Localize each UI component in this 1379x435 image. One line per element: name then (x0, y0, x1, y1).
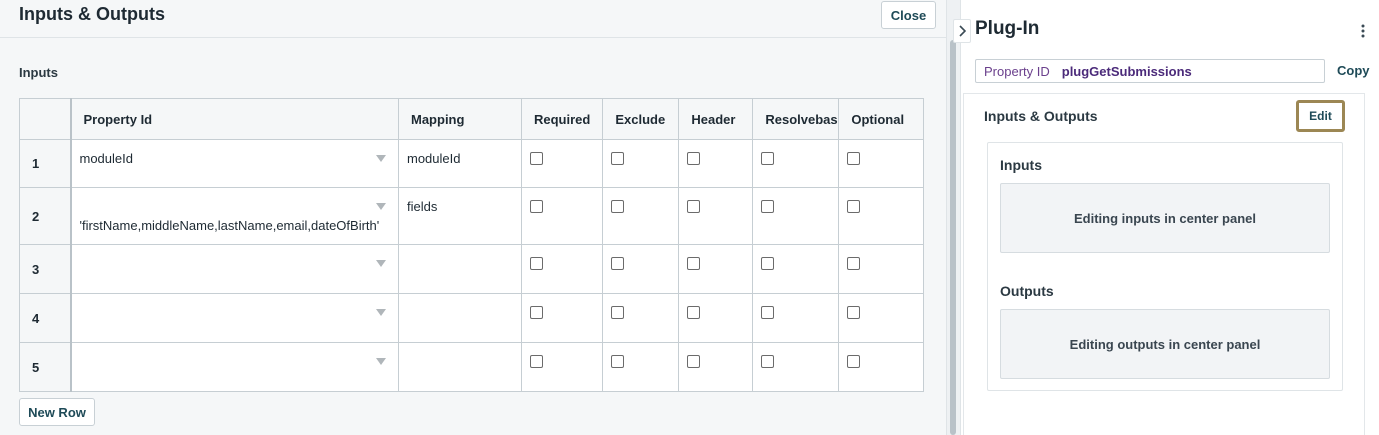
inputs-heading: Inputs (1000, 157, 1042, 173)
row-number: 2 (19, 187, 72, 245)
copy-button[interactable]: Copy (1337, 63, 1370, 78)
mapping-cell[interactable]: moduleId (398, 139, 522, 188)
row-number: 3 (19, 244, 72, 294)
dropdown-caret-icon[interactable] (376, 260, 386, 267)
required-checkbox[interactable] (530, 257, 543, 270)
column-header-header[interactable]: Header (678, 98, 754, 140)
required-checkbox[interactable] (530, 152, 543, 165)
row-number: 5 (19, 342, 72, 392)
editor-scrollbar[interactable] (946, 0, 960, 435)
table-row: 1 moduleId moduleId (19, 139, 925, 188)
table-row: 2 'firstName,middleName,lastName,email,d… (19, 187, 925, 245)
row-number-header (19, 98, 72, 140)
optional-checkbox[interactable] (847, 200, 861, 213)
dropdown-caret-icon[interactable] (376, 309, 386, 316)
resolvebas-checkbox[interactable] (761, 306, 775, 319)
mapping-cell[interactable] (398, 244, 522, 294)
property-id-cell[interactable] (70, 293, 399, 343)
property-id-value: plugGetSubmissions (1061, 63, 1192, 79)
plugin-inspector-panel: Plug-In Property ID plugGetSubmissions C… (953, 0, 1379, 435)
column-header-mapping[interactable]: Mapping (398, 98, 522, 140)
mapping-value: fields (407, 199, 438, 214)
dropdown-caret-icon[interactable] (376, 358, 386, 365)
inputs-section-label: Inputs (19, 65, 58, 80)
mapping-cell[interactable] (398, 293, 522, 343)
inputs-outputs-summary: Inputs Editing inputs in center panel Ou… (987, 142, 1343, 391)
row-number: 4 (19, 293, 72, 343)
column-header-resolvebas[interactable]: Resolvebas (752, 98, 840, 140)
column-header-optional[interactable]: Optional (838, 98, 925, 140)
table-row: 4 (19, 293, 925, 343)
kebab-menu-icon[interactable] (1355, 22, 1371, 40)
property-id-cell[interactable]: 'firstName,middleName,lastName,email,dat… (70, 187, 399, 245)
inputs-placeholder: Editing inputs in center panel (1000, 183, 1330, 253)
property-id-cell[interactable] (70, 342, 399, 392)
header-checkbox[interactable] (687, 200, 701, 213)
resolvebas-checkbox[interactable] (761, 200, 775, 213)
dropdown-caret-icon[interactable] (376, 155, 386, 162)
property-id-cell[interactable]: moduleId (70, 139, 399, 188)
required-checkbox[interactable] (530, 355, 543, 368)
inspector-title: Plug-In (975, 18, 1040, 39)
table-header-row: Property Id Mapping Required Exclude Hea… (19, 98, 925, 140)
exclude-checkbox[interactable] (611, 257, 625, 270)
property-id-field[interactable]: Property ID plugGetSubmissions (975, 59, 1325, 83)
mapping-cell[interactable]: fields (398, 187, 522, 245)
inputs-outputs-heading: Inputs & Outputs (984, 108, 1098, 124)
property-id-label: Property ID (984, 63, 1050, 79)
required-checkbox[interactable] (530, 200, 543, 213)
chevron-right-icon[interactable] (953, 19, 971, 43)
exclude-checkbox[interactable] (611, 152, 625, 165)
mapping-value: moduleId (407, 151, 461, 166)
optional-checkbox[interactable] (847, 152, 861, 165)
optional-checkbox[interactable] (847, 257, 861, 270)
mapping-cell[interactable] (398, 342, 522, 392)
dropdown-caret-icon[interactable] (376, 203, 386, 210)
scrollbar-thumb[interactable] (950, 40, 956, 435)
inputs-outputs-editor-panel: Inputs & Outputs Close Inputs Property I… (0, 0, 946, 435)
property-id-value: 'firstName,middleName,lastName,email,dat… (79, 218, 380, 233)
editor-title: Inputs & Outputs (19, 4, 165, 24)
table-row: 5 (19, 342, 925, 392)
outputs-placeholder: Editing outputs in center panel (1000, 309, 1330, 379)
exclude-checkbox[interactable] (611, 355, 625, 368)
resolvebas-checkbox[interactable] (761, 355, 775, 368)
header-checkbox[interactable] (687, 355, 701, 368)
header-checkbox[interactable] (687, 152, 701, 165)
outputs-heading: Outputs (1000, 283, 1054, 299)
resolvebas-checkbox[interactable] (761, 257, 775, 270)
resolvebas-checkbox[interactable] (761, 152, 775, 165)
row-number: 1 (19, 139, 72, 188)
new-row-button[interactable]: New Row (19, 398, 95, 426)
edit-button[interactable]: Edit (1296, 100, 1345, 132)
column-header-exclude[interactable]: Exclude (602, 98, 680, 140)
optional-checkbox[interactable] (847, 306, 861, 319)
column-header-property-id[interactable]: Property Id (70, 98, 399, 140)
property-id-value: moduleId (79, 151, 133, 166)
header-checkbox[interactable] (687, 257, 701, 270)
required-checkbox[interactable] (530, 306, 543, 319)
close-button[interactable]: Close (881, 1, 936, 29)
exclude-checkbox[interactable] (611, 306, 625, 319)
column-header-required[interactable]: Required (520, 98, 604, 140)
optional-checkbox[interactable] (847, 355, 861, 368)
inputs-table: Property Id Mapping Required Exclude Hea… (19, 98, 925, 392)
editor-header: Inputs & Outputs Close (0, 0, 946, 38)
table-row: 3 (19, 244, 925, 294)
header-checkbox[interactable] (687, 306, 701, 319)
editor-body: Inputs Property Id Mapping Required Excl… (0, 39, 946, 435)
exclude-checkbox[interactable] (611, 200, 625, 213)
property-id-cell[interactable] (70, 244, 399, 294)
